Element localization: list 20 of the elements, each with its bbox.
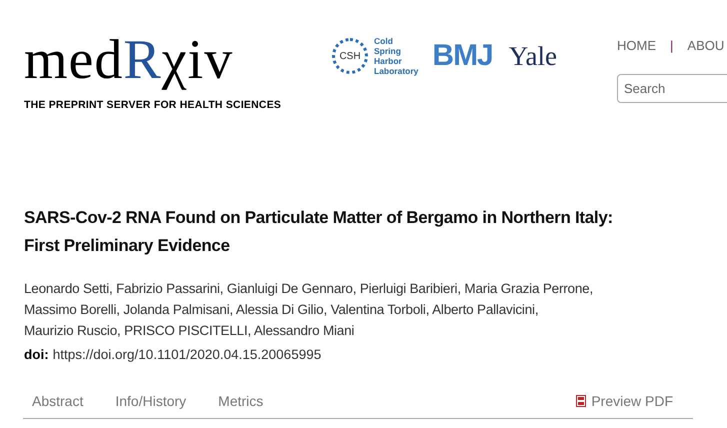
search-field[interactable]: Search: [617, 74, 727, 102]
lab-name-line: Cold: [374, 36, 394, 46]
tab[interactable]: Metrics: [209, 390, 272, 418]
article-title: SARS-Cov-2 RNA Found on Particulate Matter of Bergamo in Northern Italy: First Preliminary Evidence: [24, 206, 614, 257]
tab[interactable]: Info/History: [106, 390, 196, 418]
csh-logo: CSH: [332, 38, 368, 74]
tagline: THE PREPRINT SERVER FOR HEALTH SCIENCES: [24, 98, 282, 113]
yale-logo: Yale: [508, 42, 558, 70]
lab-name-line: Spring: [374, 46, 402, 56]
doi-link[interactable]: https://doi.org/10.1101/2020.04.15.20065995: [52, 344, 322, 365]
lab-name-line: Laboratory: [374, 66, 418, 76]
pdf-icon: [576, 395, 586, 408]
tab[interactable]: Abstract: [23, 390, 92, 418]
nav-link[interactable]: HOME: [617, 36, 656, 56]
preview-pdf-link[interactable]: Preview PDF: [576, 390, 673, 418]
nav-link[interactable]: ABOU: [687, 36, 724, 56]
doi-label: doi:: [24, 346, 49, 364]
lab-name-line: Harbor: [374, 56, 403, 66]
nav-separator: |: [670, 37, 674, 55]
bmj-logo: BMJ: [432, 41, 493, 71]
